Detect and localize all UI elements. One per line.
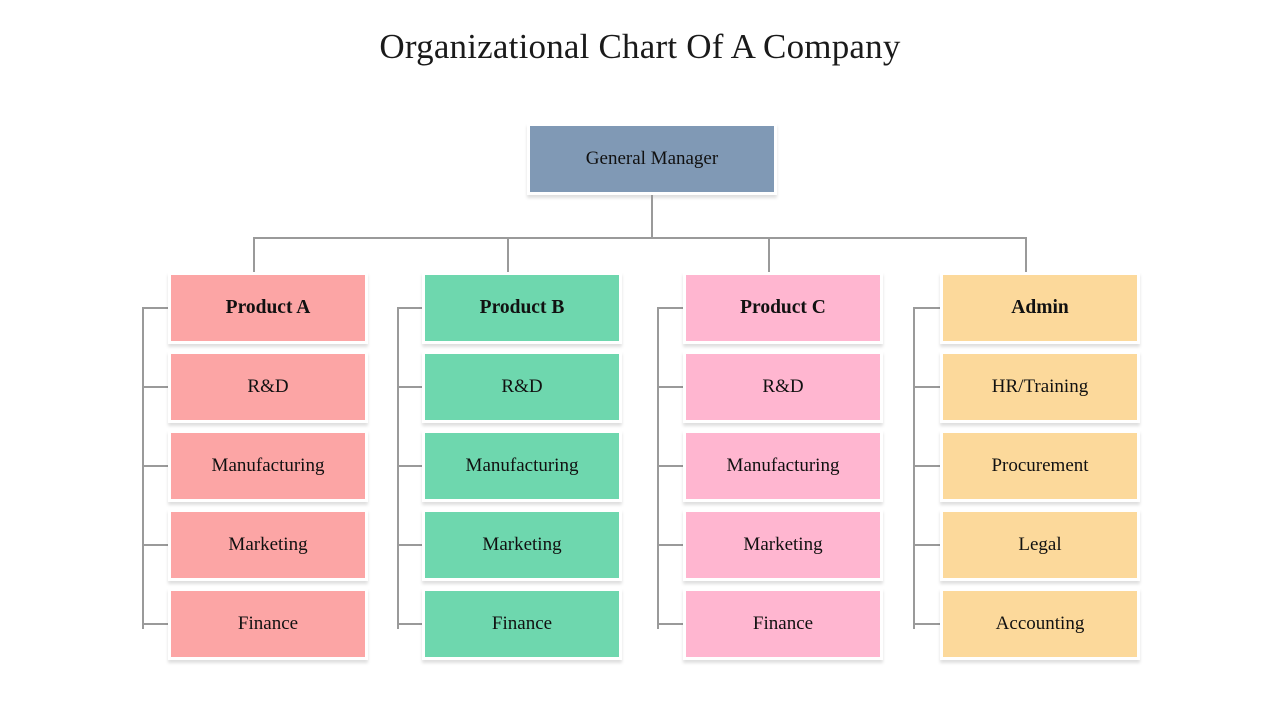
node-product-c-item-0[interactable]: R&D bbox=[683, 351, 883, 423]
node-label: R&D bbox=[762, 376, 804, 397]
connector-stub-product-b-4 bbox=[397, 623, 425, 625]
connector-rail-product-a bbox=[142, 307, 144, 629]
node-product-a-header[interactable]: Product A bbox=[168, 272, 368, 344]
connector-stub-product-a-2 bbox=[142, 465, 170, 467]
node-product-c-item-3[interactable]: Finance bbox=[683, 588, 883, 660]
node-product-b-item-1[interactable]: Manufacturing bbox=[422, 430, 622, 502]
connector-rail-product-b bbox=[397, 307, 399, 629]
node-label: Marketing bbox=[743, 534, 823, 555]
connector-stub-admin-2 bbox=[913, 465, 941, 467]
node-admin-item-1[interactable]: Procurement bbox=[940, 430, 1140, 502]
connector-stub-admin-4 bbox=[913, 623, 941, 625]
connector-stub-product-a-1 bbox=[142, 386, 170, 388]
org-chart-canvas: Organizational Chart Of A Company Genera… bbox=[0, 0, 1280, 720]
connector-stub-product-b-1 bbox=[397, 386, 425, 388]
node-label: Marketing bbox=[228, 534, 308, 555]
connector-stub-product-c-0 bbox=[657, 307, 685, 309]
connector-stub-product-b-0 bbox=[397, 307, 425, 309]
node-product-c-header[interactable]: Product C bbox=[683, 272, 883, 344]
connector-drop-product-b bbox=[507, 237, 509, 272]
connector-rail-product-c bbox=[657, 307, 659, 629]
node-label: Manufacturing bbox=[726, 455, 840, 476]
node-label: Finance bbox=[491, 613, 553, 634]
connector-stub-product-b-3 bbox=[397, 544, 425, 546]
connector-stub-admin-3 bbox=[913, 544, 941, 546]
connector-drop-admin bbox=[1025, 237, 1027, 272]
connector-stub-product-c-4 bbox=[657, 623, 685, 625]
node-product-b-item-0[interactable]: R&D bbox=[422, 351, 622, 423]
connector-drop-product-c bbox=[768, 237, 770, 272]
node-label: Manufacturing bbox=[211, 455, 325, 476]
node-label: Admin bbox=[1011, 297, 1069, 318]
node-label: R&D bbox=[501, 376, 543, 397]
node-general-manager[interactable]: General Manager bbox=[527, 123, 777, 195]
node-product-c-item-1[interactable]: Manufacturing bbox=[683, 430, 883, 502]
node-label: HR/Training bbox=[991, 376, 1089, 397]
node-admin-item-3[interactable]: Accounting bbox=[940, 588, 1140, 660]
connector-stub-product-a-4 bbox=[142, 623, 170, 625]
node-product-a-item-2[interactable]: Marketing bbox=[168, 509, 368, 581]
node-label: Procurement bbox=[991, 455, 1089, 476]
node-admin-header[interactable]: Admin bbox=[940, 272, 1140, 344]
node-product-c-item-2[interactable]: Marketing bbox=[683, 509, 883, 581]
node-label: Marketing bbox=[482, 534, 562, 555]
node-label: Finance bbox=[752, 613, 814, 634]
node-product-a-item-0[interactable]: R&D bbox=[168, 351, 368, 423]
connector-stub-product-c-1 bbox=[657, 386, 685, 388]
node-product-b-header[interactable]: Product B bbox=[422, 272, 622, 344]
node-label: Product B bbox=[479, 297, 565, 318]
node-product-a-item-1[interactable]: Manufacturing bbox=[168, 430, 368, 502]
node-label: Product A bbox=[225, 297, 311, 318]
connector-stub-admin-0 bbox=[913, 307, 941, 309]
node-label: Finance bbox=[237, 613, 299, 634]
connector-drop-product-a bbox=[253, 237, 255, 272]
node-label: R&D bbox=[247, 376, 289, 397]
connector-root-stem bbox=[651, 195, 653, 239]
connector-stub-product-a-3 bbox=[142, 544, 170, 546]
connector-stub-admin-1 bbox=[913, 386, 941, 388]
node-label: Legal bbox=[1018, 534, 1062, 555]
connector-stub-product-a-0 bbox=[142, 307, 170, 309]
node-label: Accounting bbox=[995, 613, 1085, 634]
node-product-b-item-3[interactable]: Finance bbox=[422, 588, 622, 660]
node-admin-item-0[interactable]: HR/Training bbox=[940, 351, 1140, 423]
node-admin-item-2[interactable]: Legal bbox=[940, 509, 1140, 581]
node-label: Product C bbox=[740, 297, 826, 318]
page-title: Organizational Chart Of A Company bbox=[379, 27, 901, 66]
node-label: General Manager bbox=[585, 148, 719, 169]
node-product-b-item-2[interactable]: Marketing bbox=[422, 509, 622, 581]
connector-trunk bbox=[253, 237, 1027, 239]
connector-rail-admin bbox=[913, 307, 915, 629]
node-product-a-item-3[interactable]: Finance bbox=[168, 588, 368, 660]
connector-stub-product-c-2 bbox=[657, 465, 685, 467]
connector-stub-product-c-3 bbox=[657, 544, 685, 546]
node-label: Manufacturing bbox=[465, 455, 579, 476]
connector-stub-product-b-2 bbox=[397, 465, 425, 467]
